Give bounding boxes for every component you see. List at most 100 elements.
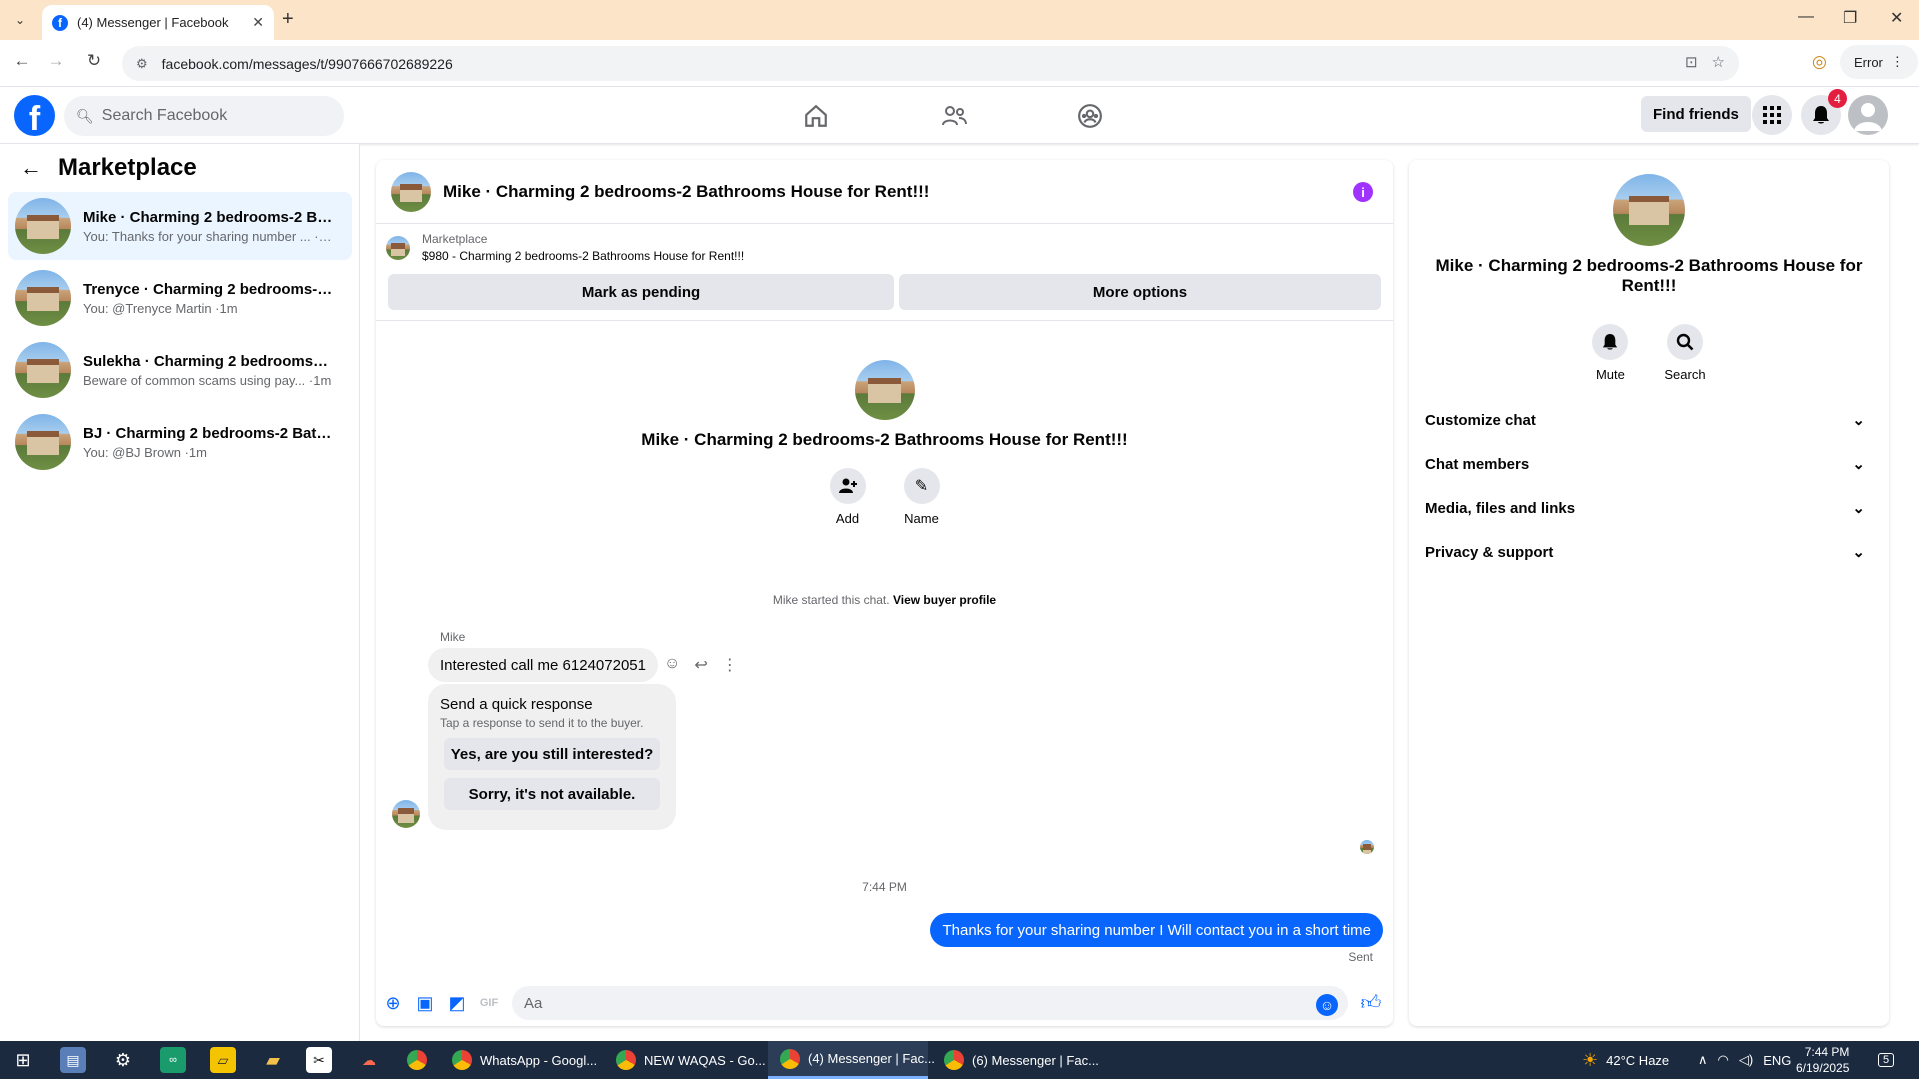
restore-icon[interactable]: ❐	[1843, 8, 1857, 28]
taskbar-app-messenger[interactable]: (6) Messenger | Fac...	[932, 1041, 1099, 1079]
listing-summary[interactable]: Marketplace $980 - Charming 2 bedrooms-2…	[386, 232, 744, 263]
file-viewer-icon[interactable]: ▤	[60, 1047, 86, 1073]
site-info-icon[interactable]: ⚙	[136, 56, 148, 72]
close-tab-icon[interactable]: ✕	[252, 14, 264, 31]
add-people-button[interactable]: Add	[829, 468, 866, 526]
url-text: facebook.com/messages/t/9907666702689226	[161, 55, 453, 72]
account-avatar[interactable]	[1848, 95, 1888, 135]
chevron-down-icon: ⌄	[1852, 412, 1865, 429]
settings-gear-icon[interactable]: ⚙	[110, 1047, 136, 1073]
conversation-name: Sulekha · Charming 2 bedrooms-2 ...	[83, 352, 333, 370]
chevron-up-icon[interactable]: ∧	[1698, 1052, 1708, 1068]
facebook-logo[interactable]: f	[14, 95, 55, 136]
pinned-app-icon[interactable]: ☁	[356, 1047, 382, 1073]
system-tray: ∧ ◠ ◁) ENG	[1698, 1041, 1791, 1079]
windows-start-icon[interactable]: ⊞	[10, 1047, 36, 1073]
sender-avatar[interactable]	[392, 800, 420, 828]
reply-icon[interactable]: ↩	[694, 655, 707, 675]
message-composer: ⊕ ▣ ◩ GIF Aa ☺ 👍︎	[376, 976, 1393, 1026]
clock[interactable]: 7:44 PM 6/19/2025	[1796, 1044, 1849, 1076]
bookmark-star-icon[interactable]: ☆	[1712, 53, 1725, 71]
edit-name-button[interactable]: ✎ Name	[903, 468, 940, 526]
search-in-chat-button[interactable]: Search	[1664, 324, 1706, 382]
plus-circle-icon[interactable]: ⊕	[382, 992, 404, 1014]
message-input[interactable]: Aa ☺	[512, 986, 1348, 1020]
search-input[interactable]: 🔍︎ Search Facebook	[64, 96, 344, 136]
menu-grid-icon[interactable]	[1752, 95, 1792, 135]
chat-start-notice: Mike started this chat. View buyer profi…	[772, 593, 997, 607]
profile-icon[interactable]: ◎	[1812, 52, 1827, 72]
friends-icon[interactable]	[934, 97, 974, 135]
wifi-icon[interactable]: ◠	[1718, 1052, 1729, 1068]
arduino-icon[interactable]: ∞	[160, 1047, 186, 1073]
browser-tab[interactable]: f (4) Messenger | Facebook ✕	[42, 5, 274, 40]
chrome-icon[interactable]	[404, 1047, 430, 1073]
volume-icon[interactable]: ◁)	[1739, 1052, 1753, 1068]
notification-badge: 4	[1828, 89, 1847, 108]
mute-button[interactable]: Mute	[1592, 324, 1629, 382]
sticky-notes-icon[interactable]: ▱	[210, 1047, 236, 1073]
view-buyer-profile-link[interactable]: View buyer profile	[893, 593, 996, 607]
media-files-links-section[interactable]: Media, files and links ⌄	[1425, 488, 1873, 528]
quick-response-interested-button[interactable]: Yes, are you still interested?	[444, 738, 660, 770]
address-bar[interactable]: ⚙ facebook.com/messages/t/99076667026892…	[122, 46, 1739, 81]
forward-icon[interactable]: →	[44, 51, 68, 71]
new-tab-icon[interactable]: +	[282, 8, 294, 31]
conversation-item[interactable]: Trenyce · Charming 2 bedrooms-2 ... You:…	[8, 264, 352, 332]
profile-error-button[interactable]: Error ⋮	[1840, 45, 1918, 79]
details-avatar	[1613, 174, 1685, 246]
sticker-icon[interactable]: ◩	[446, 992, 468, 1014]
thumbs-up-icon[interactable]: 👍︎	[1360, 992, 1382, 1014]
chat-avatar[interactable]	[391, 171, 431, 212]
taskbar-app-messenger-active[interactable]: (4) Messenger | Fac...	[768, 1041, 935, 1079]
taskbar-app-new-waqas[interactable]: NEW WAQAS - Go...	[604, 1041, 766, 1079]
listing-thumbnail	[15, 342, 71, 398]
photo-icon[interactable]: ▣	[414, 992, 436, 1014]
tab-title: (4) Messenger | Facebook	[77, 15, 229, 30]
bell-icon	[1592, 324, 1629, 360]
customize-chat-section[interactable]: Customize chat ⌄	[1425, 400, 1873, 440]
chrome-icon	[616, 1050, 636, 1070]
more-icon[interactable]: ⋮	[722, 655, 738, 675]
install-app-icon[interactable]: ⊡	[1685, 53, 1698, 71]
more-options-button[interactable]: More options	[899, 274, 1381, 310]
groups-icon[interactable]	[1070, 97, 1110, 135]
chat-members-section[interactable]: Chat members ⌄	[1425, 444, 1873, 484]
reload-icon[interactable]: ↻	[82, 51, 106, 71]
react-emoji-icon[interactable]: ☺	[664, 655, 680, 675]
weather-widget[interactable]: ☀ 42°C Haze	[1582, 1041, 1669, 1079]
taskbar-app-whatsapp[interactable]: WhatsApp - Googl...	[440, 1041, 600, 1079]
outgoing-message[interactable]: Thanks for your sharing number I Will co…	[930, 913, 1383, 947]
notification-center[interactable]: 5	[1878, 1041, 1895, 1079]
file-explorer-icon[interactable]: ▰	[260, 1047, 286, 1073]
back-arrow-icon[interactable]: ←	[20, 155, 42, 181]
emoji-icon[interactable]: ☺	[1316, 994, 1338, 1016]
gif-icon[interactable]: GIF	[478, 992, 500, 1014]
tab-search-icon[interactable]: ⌄	[10, 10, 30, 30]
minimize-icon[interactable]: —	[1798, 8, 1814, 26]
notifications-bell-icon[interactable]: 4	[1801, 89, 1847, 135]
back-icon[interactable]: ←	[10, 51, 34, 71]
conversation-item[interactable]: BJ · Charming 2 bedrooms-2 Bathr... You:…	[8, 408, 352, 476]
chat-title[interactable]: Mike · Charming 2 bedrooms-2 Bathrooms H…	[443, 182, 929, 202]
chevron-down-icon: ⌄	[1852, 456, 1865, 473]
window-close-icon[interactable]: ✕	[1890, 8, 1903, 28]
incoming-message[interactable]: Interested call me 6124072051	[428, 648, 658, 682]
capcut-icon[interactable]: ✂	[306, 1047, 332, 1073]
conversation-item[interactable]: Mike · Charming 2 bedrooms-2 Ba... You: …	[8, 192, 352, 260]
privacy-support-section[interactable]: Privacy & support ⌄	[1425, 532, 1873, 572]
language-indicator[interactable]: ENG	[1763, 1053, 1791, 1068]
mark-as-pending-button[interactable]: Mark as pending	[388, 274, 894, 310]
intro-title: Mike · Charming 2 bedrooms-2 Bathrooms H…	[641, 430, 1128, 449]
windows-taskbar: ⊞ ▤ ⚙ ∞ ▱ ▰ ✂ ☁ WhatsApp - Googl... NEW …	[0, 1041, 1919, 1079]
conversation-item[interactable]: Sulekha · Charming 2 bedrooms-2 ... Bewa…	[8, 336, 352, 404]
sender-name: Mike	[440, 630, 466, 644]
home-icon[interactable]	[796, 97, 836, 135]
facebook-favicon-icon: f	[52, 14, 68, 31]
quick-response-unavailable-button[interactable]: Sorry, it's not available.	[444, 778, 660, 810]
find-friends-button[interactable]: Find friends	[1641, 96, 1751, 132]
details-title: Mike · Charming 2 bedrooms-2 Bathrooms H…	[1435, 256, 1863, 295]
info-icon[interactable]: i	[1353, 182, 1373, 202]
chat-header: Mike · Charming 2 bedrooms-2 Bathrooms H…	[376, 160, 1393, 224]
conversation-name: Mike · Charming 2 bedrooms-2 Ba...	[83, 208, 333, 226]
